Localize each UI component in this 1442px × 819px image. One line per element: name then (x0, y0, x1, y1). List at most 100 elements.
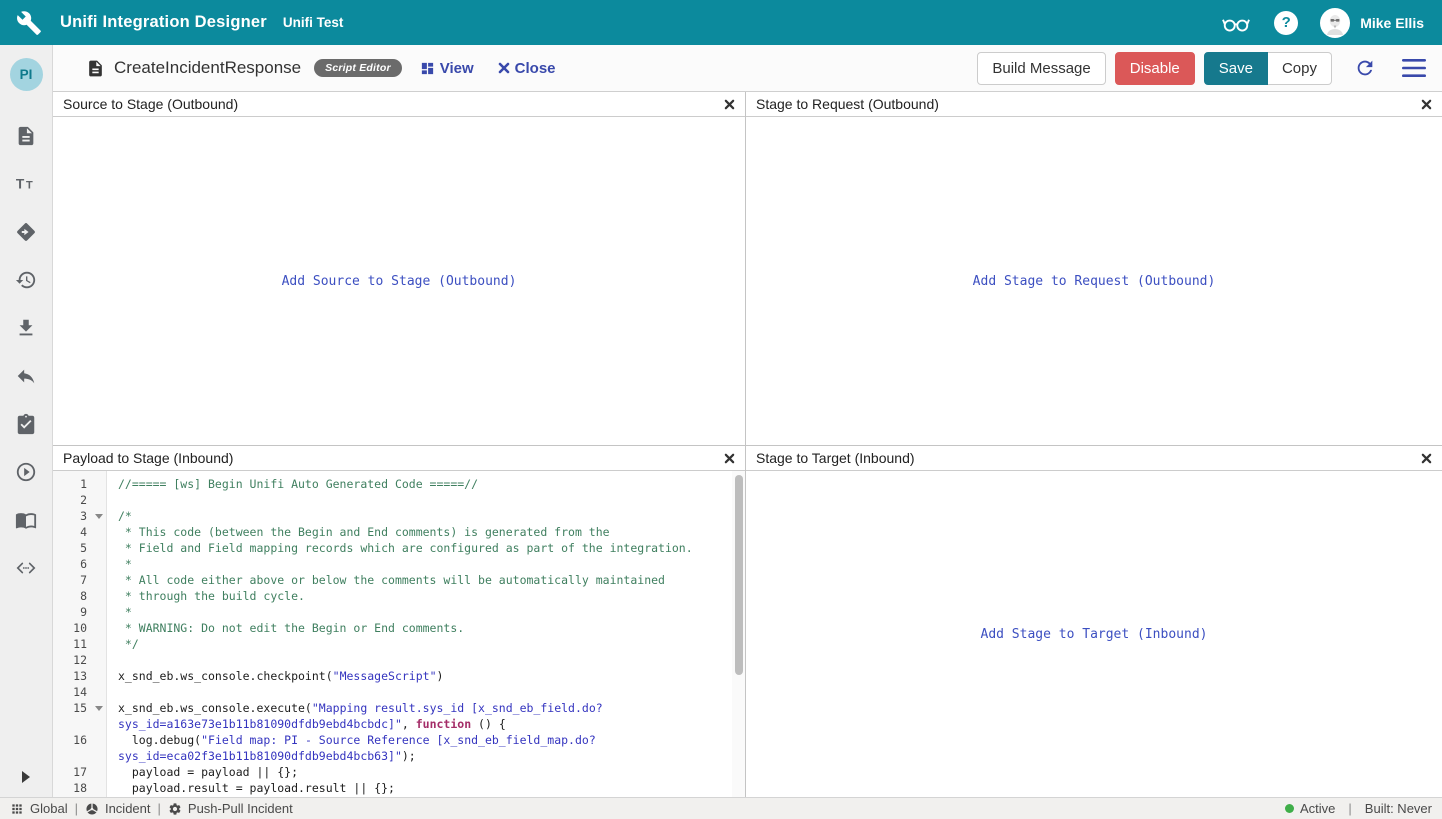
code-line[interactable]: 17 payload = payload || {}; (53, 764, 745, 780)
user-avatar[interactable] (1320, 8, 1350, 38)
code-line[interactable]: 10 * WARNING: Do not edit the Begin or E… (53, 620, 745, 636)
panel-close-icon[interactable] (1421, 99, 1432, 110)
copy-button[interactable]: Copy (1268, 52, 1332, 85)
integration-avatar[interactable]: PI (10, 58, 43, 91)
view-button[interactable]: View (420, 60, 474, 77)
code-line[interactable]: 11 */ (53, 636, 745, 652)
add-source-to-stage-link[interactable]: Add Source to Stage (Outbound) (282, 274, 517, 289)
clipboard-check-icon[interactable] (15, 413, 37, 435)
user-menu[interactable]: Mike Ellis (1320, 8, 1424, 38)
code-text (107, 684, 118, 700)
panel-title: Source to Stage (Outbound) (63, 96, 238, 112)
built-status-label: Built: Never (1365, 801, 1432, 816)
diamond-arrow-icon[interactable] (15, 221, 37, 243)
code-text: * (107, 556, 132, 572)
code-line[interactable]: 14 (53, 684, 745, 700)
scope-link[interactable]: Global (10, 801, 68, 816)
code-line[interactable]: 2 (53, 492, 745, 508)
fold-gutter (91, 492, 107, 508)
editor-scrollbar-thumb[interactable] (735, 475, 743, 675)
panel-close-icon[interactable] (724, 99, 735, 110)
code-line[interactable]: sys_id=a163e73e1b11b81090dfdb9ebd4bcbdc]… (53, 716, 745, 732)
hamburger-menu-icon (1402, 59, 1426, 77)
code-text: * WARNING: Do not edit the Begin or End … (107, 620, 464, 636)
code-line[interactable]: 3/* (53, 508, 745, 524)
panel-payload-to-stage: Payload to Stage (Inbound) 1//===== [ws]… (53, 445, 746, 797)
table-link[interactable]: Incident (85, 801, 151, 816)
panel-title: Stage to Target (Inbound) (756, 450, 915, 466)
fold-gutter (91, 716, 107, 732)
panel-header: Stage to Target (Inbound) (746, 446, 1442, 471)
text-icon[interactable]: TT (15, 173, 37, 195)
line-number: 8 (53, 588, 91, 604)
record-toolbar: CreateIncidentResponse Script Editor Vie… (53, 45, 1442, 92)
code-line[interactable]: 6 * (53, 556, 745, 572)
code-line[interactable]: sys_id=eca02f3e1b11b81090dfdb9ebd4bcb63]… (53, 748, 745, 764)
code-line[interactable]: 7 * All code either above or below the c… (53, 572, 745, 588)
code-line[interactable]: 16 log.debug("Field map: PI - Source Ref… (53, 732, 745, 748)
line-number: 15 (53, 700, 91, 716)
panel-close-icon[interactable] (1421, 453, 1432, 464)
add-stage-to-request-link[interactable]: Add Stage to Request (Outbound) (973, 274, 1216, 289)
code-editor[interactable]: 1//===== [ws] Begin Unifi Auto Generated… (53, 471, 745, 797)
reply-icon[interactable] (15, 365, 37, 387)
fold-gutter (91, 684, 107, 700)
fold-gutter (91, 588, 107, 604)
integration-link[interactable]: Push-Pull Incident (168, 801, 293, 816)
code-line[interactable]: 12 (53, 652, 745, 668)
close-button[interactable]: Close (498, 60, 556, 77)
menu-button[interactable] (1402, 59, 1426, 77)
refresh-button[interactable] (1354, 57, 1376, 79)
code-line[interactable]: 8 * through the build cycle. (53, 588, 745, 604)
code-text: * Field and Field mapping records which … (107, 540, 693, 556)
top-app-bar: Unifi Integration Designer Unifi Test ? (0, 0, 1442, 45)
line-number: 2 (53, 492, 91, 508)
download-icon[interactable] (15, 317, 37, 339)
line-number: 6 (53, 556, 91, 572)
line-number: 17 (53, 764, 91, 780)
panel-source-to-stage: Source to Stage (Outbound) Add Source to… (53, 92, 746, 445)
editor-scrollbar (732, 471, 745, 797)
history-icon[interactable] (15, 269, 37, 291)
code-line[interactable]: 1//===== [ws] Begin Unifi Auto Generated… (53, 476, 745, 492)
fold-gutter (91, 476, 107, 492)
code-line[interactable]: 18 payload.result = payload.result || {}… (53, 780, 745, 796)
book-icon[interactable] (15, 509, 37, 531)
code-line[interactable]: 9 * (53, 604, 745, 620)
code-line[interactable]: 15x_snd_eb.ws_console.execute("Mapping r… (53, 700, 745, 716)
panel-title: Payload to Stage (Inbound) (63, 450, 233, 466)
disable-button[interactable]: Disable (1115, 52, 1195, 85)
panel-header: Source to Stage (Outbound) (53, 92, 745, 117)
script-editor-badge: Script Editor (314, 59, 402, 77)
code-icon[interactable] (15, 557, 37, 579)
line-number: 1 (53, 476, 91, 492)
glasses-icon[interactable] (1220, 13, 1252, 33)
fold-arrow-icon[interactable] (91, 700, 107, 716)
code-text: * This code (between the Begin and End c… (107, 524, 610, 540)
fold-gutter (91, 620, 107, 636)
panel-stage-to-request: Stage to Request (Outbound) Add Stage to… (746, 92, 1442, 445)
grid-view-icon (420, 61, 435, 76)
close-x-icon (498, 62, 510, 74)
fold-arrow-icon[interactable] (91, 508, 107, 524)
code-line[interactable]: 5 * Field and Field mapping records whic… (53, 540, 745, 556)
code-text: * All code either above or below the com… (107, 572, 665, 588)
line-number: 10 (53, 620, 91, 636)
sidebar-expand-arrow-icon[interactable] (22, 771, 30, 783)
help-icon[interactable]: ? (1274, 11, 1298, 35)
code-line[interactable]: 4 * This code (between the Begin and End… (53, 524, 745, 540)
save-button[interactable]: Save (1204, 52, 1268, 85)
avatar-face-icon (1323, 11, 1347, 35)
play-circle-icon[interactable] (15, 461, 37, 483)
svg-text:T: T (16, 177, 25, 192)
code-line[interactable]: 13x_snd_eb.ws_console.checkpoint("Messag… (53, 668, 745, 684)
document-icon[interactable] (15, 125, 37, 147)
wrench-icon (16, 10, 42, 36)
line-number: 14 (53, 684, 91, 700)
left-sidebar: PI TT (0, 45, 53, 797)
panel-close-icon[interactable] (724, 453, 735, 464)
refresh-icon (1354, 57, 1376, 79)
add-stage-to-target-link[interactable]: Add Stage to Target (Inbound) (981, 627, 1208, 642)
fold-gutter (91, 780, 107, 796)
build-message-button[interactable]: Build Message (977, 52, 1105, 85)
